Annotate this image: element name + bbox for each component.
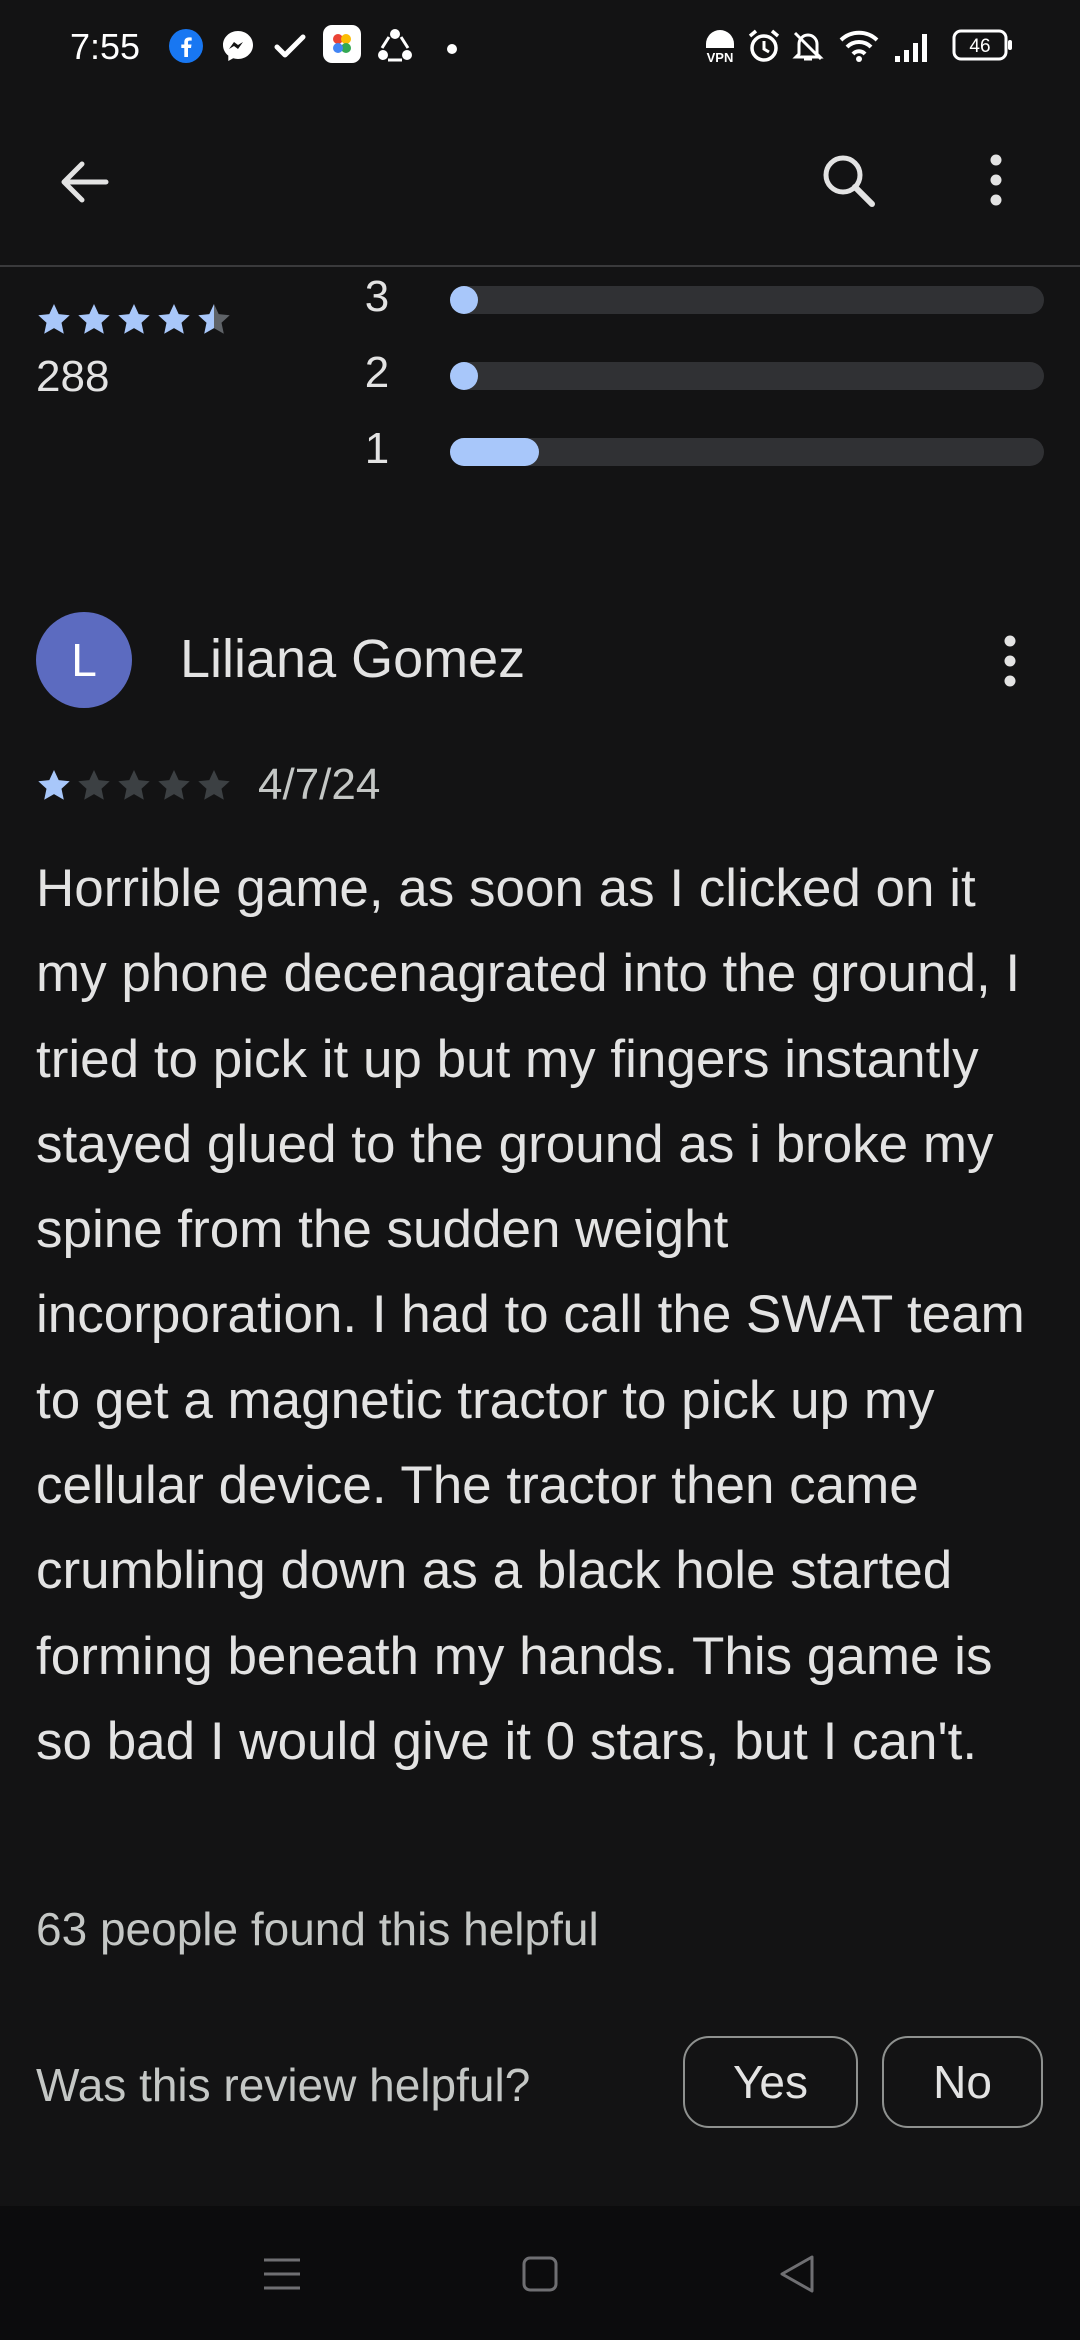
helpful-count: 63 people found this helpful <box>36 1903 599 1955</box>
status-time: 7:55 <box>70 26 141 67</box>
toolbar <box>0 96 1080 266</box>
review-text: Horrible game, as soon as I clicked on i… <box>36 859 1025 1771</box>
review-date: 4/7/24 <box>258 760 381 809</box>
review-rating-stars <box>36 766 236 811</box>
bar-fill-3 <box>450 286 478 314</box>
check-icon <box>272 28 308 69</box>
helpful-question: Was this review helpful? <box>36 2059 531 2111</box>
review-more-icon[interactable] <box>990 626 1030 696</box>
star-half-icon <box>198 304 230 334</box>
average-rating-stars <box>36 300 236 345</box>
bell-off-icon <box>790 28 826 69</box>
bar-label-3: 3 <box>364 272 390 321</box>
dot-icon <box>446 42 458 60</box>
star-filled-icon <box>158 304 190 334</box>
avatar: L <box>36 612 132 708</box>
more-vert-icon[interactable] <box>978 148 1014 217</box>
bar-track-2 <box>450 362 1044 390</box>
recents-icon[interactable] <box>262 2256 302 2297</box>
signal-icon <box>894 28 934 69</box>
rating-count: 288 <box>36 352 110 401</box>
back-icon[interactable] <box>778 2254 816 2299</box>
photos-icon <box>322 24 362 69</box>
bar-track-3 <box>450 286 1044 314</box>
star-filled-icon <box>118 304 150 334</box>
reviewer-name: Liliana Gomez <box>180 629 526 689</box>
search-icon[interactable] <box>816 148 880 217</box>
back-arrow-icon[interactable] <box>52 150 116 219</box>
svg-text:VPN: VPN <box>707 50 734 65</box>
star-filled-icon <box>38 770 70 800</box>
yes-button[interactable]: Yes <box>683 2036 858 2128</box>
wifi-icon <box>838 28 880 69</box>
bar-label-2: 2 <box>364 348 390 397</box>
navigation-bar <box>0 2206 1080 2340</box>
star-empty-icon <box>158 770 190 800</box>
battery-icon: 46 <box>952 28 1014 67</box>
alarm-icon <box>746 28 782 69</box>
star-empty-icon <box>118 770 150 800</box>
status-bar: 7:55 VPN 46 <box>0 0 1080 96</box>
star-empty-icon <box>78 770 110 800</box>
bar-label-1: 1 <box>364 424 390 473</box>
bar-track-1 <box>450 438 1044 466</box>
toolbar-divider <box>0 265 1080 267</box>
star-filled-icon <box>78 304 110 334</box>
messenger-icon <box>220 28 256 69</box>
bar-fill-2 <box>450 362 478 390</box>
sync-icon <box>376 28 414 71</box>
svg-text:46: 46 <box>969 36 990 57</box>
vpn-icon: VPN <box>702 28 738 71</box>
bar-fill-1 <box>450 438 540 466</box>
facebook-icon <box>168 28 204 69</box>
star-filled-icon <box>38 304 70 334</box>
star-empty-icon <box>198 770 230 800</box>
no-button[interactable]: No <box>882 2036 1043 2128</box>
home-icon[interactable] <box>522 2256 558 2297</box>
